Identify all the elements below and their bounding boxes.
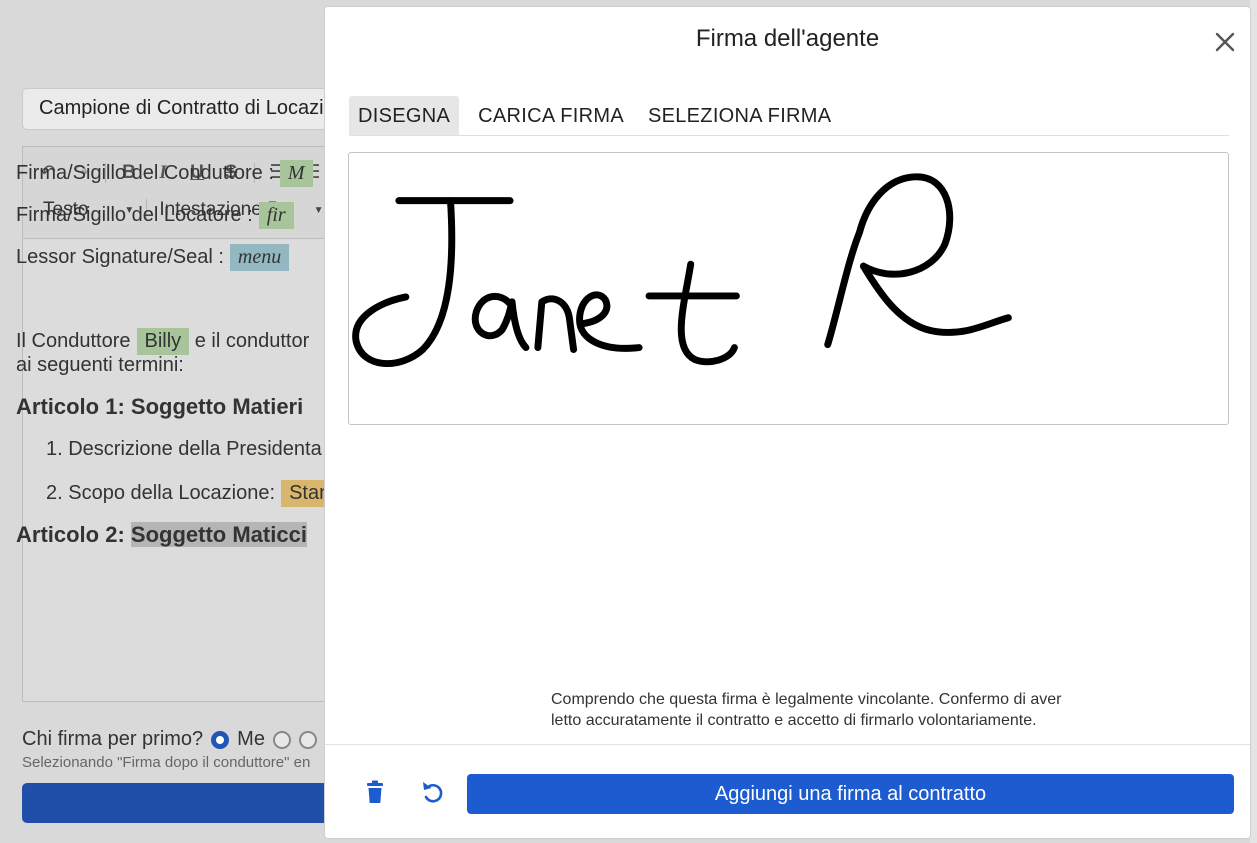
- modal-footer: Aggiungi una firma al contratto: [325, 744, 1250, 840]
- tab-select-signature[interactable]: SELEZIONA FIRMA: [636, 96, 843, 135]
- tenant-signature-line: Firma/Sigillo del Conduttore :M: [16, 160, 313, 187]
- page-right-edge: [1250, 0, 1257, 843]
- add-signature-button[interactable]: Aggiungi una firma al contratto: [467, 774, 1234, 814]
- tenant-signature-field[interactable]: M: [279, 160, 313, 187]
- chevron-down-icon: ▼: [313, 204, 324, 216]
- intro-line: Il Conduttore Billy e il conduttor: [16, 328, 309, 355]
- item-2-label: 2. Scopo della Locazione:: [46, 482, 276, 504]
- intro-suffix: e il conduttor: [194, 330, 310, 352]
- tab-draw[interactable]: DISEGNA: [349, 96, 460, 135]
- drawn-signature: [352, 173, 1012, 367]
- signature-drawing-pad[interactable]: [348, 152, 1229, 425]
- legal-disclaimer-line-1: Comprendo che questa firma è legalmente …: [551, 691, 1062, 708]
- signing-order-hint: Selezionando "Firma dopo il conduttore" …: [22, 754, 311, 771]
- lessor-signature-field[interactable]: menu: [229, 244, 290, 271]
- tenant-signature-label: Firma/Sigillo del Conduttore :: [16, 162, 274, 184]
- signing-order-group: Chi firma per primo? Me T: [22, 728, 337, 751]
- legal-disclaimer: Comprendo che questa firma è legalmente …: [551, 689, 1071, 731]
- article-1-heading: Articolo 1: Soggetto Matieri: [16, 394, 304, 419]
- close-icon[interactable]: [1212, 29, 1238, 55]
- lessor-signature-label: Lessor Signature/Seal :: [16, 246, 224, 268]
- landlord-signature-line: Firma/Sigillo del Locatore : fir: [16, 202, 294, 229]
- article-2-prefix: Articolo 2:: [16, 522, 125, 547]
- signing-order-question: Chi firma per primo?: [22, 728, 204, 750]
- article-1-item-1: 1. Descrizione della Presidenta: [46, 438, 322, 460]
- radio-me[interactable]: [211, 730, 230, 749]
- intro-line-2: ai seguenti termini:: [16, 354, 184, 376]
- signature-method-tabs: DISEGNA CARICA FIRMA SELEZIONA FIRMA: [349, 96, 1229, 136]
- undo-icon[interactable]: [419, 778, 447, 806]
- lessor-signature-line: Lessor Signature/Seal : menu: [16, 244, 290, 271]
- tenant-name-field[interactable]: Billy: [136, 328, 190, 355]
- article-2-selected-text: Soggetto Maticci: [130, 522, 307, 547]
- landlord-signature-label: Firma/Sigillo del Locatore :: [16, 204, 253, 226]
- article-1-item-2: 2. Scopo della Locazione: Stan: [46, 480, 339, 507]
- article-2-heading: Articolo 2: Soggetto Maticci: [16, 522, 307, 548]
- trash-icon[interactable]: [361, 778, 389, 806]
- signature-modal: Firma dell'agente DISEGNA CARICA FIRMA S…: [324, 6, 1251, 839]
- intro-prefix: Il Conduttore: [16, 330, 131, 352]
- modal-title: Firma dell'agente: [695, 25, 880, 52]
- tab-upload-signature[interactable]: CARICA FIRMA: [466, 96, 636, 135]
- background-primary-button[interactable]: [22, 783, 332, 823]
- radio-option-2[interactable]: [272, 730, 291, 749]
- radio-option-3[interactable]: [298, 730, 317, 749]
- legal-disclaimer-line-2: letto accuratamente il contratto e accet…: [551, 712, 1037, 729]
- radio-me-label: Me: [237, 728, 265, 750]
- landlord-signature-field[interactable]: fir: [258, 202, 294, 229]
